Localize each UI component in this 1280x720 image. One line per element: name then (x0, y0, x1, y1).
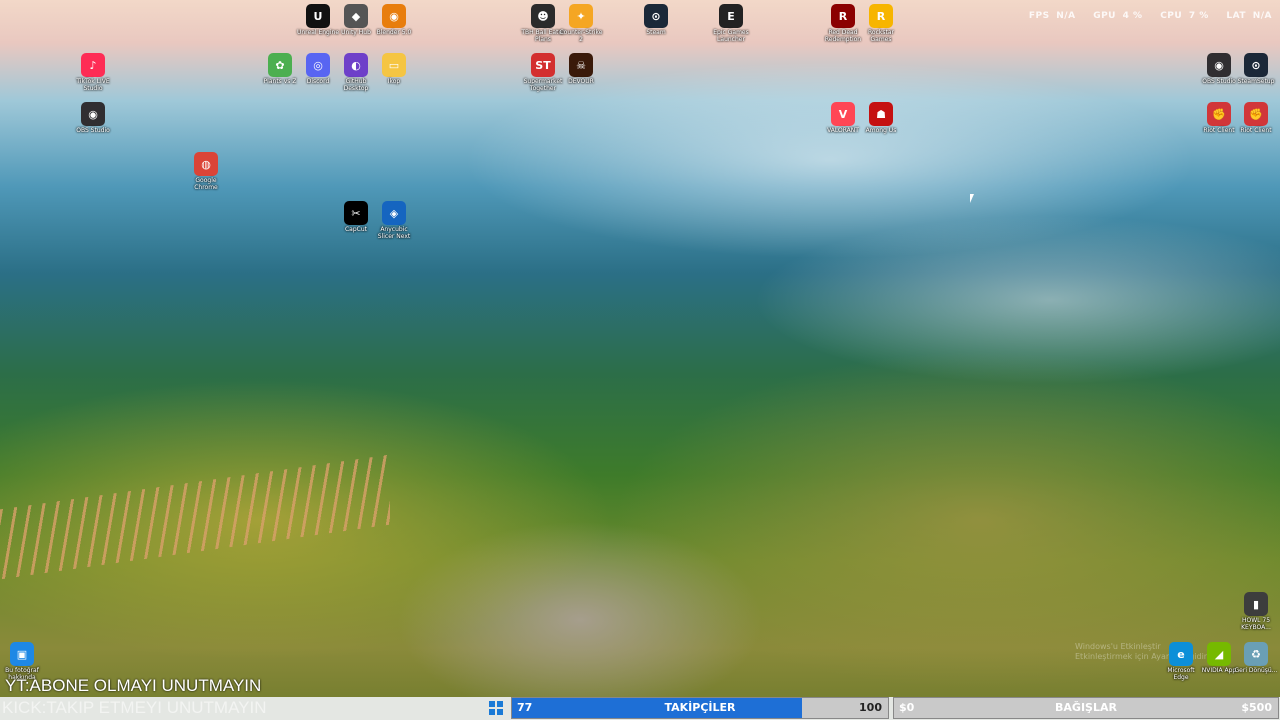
fps-value: N/A (1056, 11, 1076, 21)
desktop-icon-chrome[interactable]: ◍ Google Chrome (184, 152, 228, 191)
edge-icon: e (1169, 642, 1193, 666)
riot-client-icon: ✊ (1207, 102, 1231, 126)
capcut-icon: ✂ (344, 201, 368, 225)
fps-label: FPS (1028, 11, 1050, 21)
valorant-icon: V (831, 102, 855, 126)
recycle-bin-icon: ♻ (1244, 642, 1268, 666)
desktop-icon-steamsetup[interactable]: ⊙ SteamSetup (1234, 53, 1278, 85)
steam-icon: ⊙ (644, 4, 668, 28)
red-dead-icon: R (831, 4, 855, 28)
folder-icon: ▭ (382, 53, 406, 77)
tiktok-icon: ♪ (81, 53, 105, 77)
supermarket-icon: ST (531, 53, 555, 77)
followers-goal: 100 (859, 701, 882, 714)
tbh-game-icon: ☻ (531, 4, 555, 28)
github-icon: ◐ (344, 53, 368, 77)
donations-goal-bar: $0 BAĞIŞLAR $500 (893, 697, 1279, 719)
followers-goal-bar: 77 TAKİPÇİLER 100 (511, 697, 889, 719)
unreal-engine-icon: U (306, 4, 330, 28)
desktop-icon-anycubic[interactable]: ◈ Anycubic Slicer Next (372, 201, 416, 240)
lat-label: LAT (1226, 11, 1247, 21)
start-button[interactable] (489, 701, 503, 715)
desktop-icon-counter-strike[interactable]: ✦ Counter-Strike 2 (559, 4, 603, 43)
desktop-icon-epic-games[interactable]: E Epic Games Launcher (709, 4, 753, 43)
devour-icon: ☠ (569, 53, 593, 77)
desktop-icon-steam[interactable]: ⊙ Steam (634, 4, 678, 36)
desktop-icon-devour[interactable]: ☠ DEVOUR (559, 53, 603, 85)
plants-game-icon: ✿ (268, 53, 292, 77)
desktop-icon-rockstar[interactable]: R Rockstar Games (859, 4, 903, 43)
desktop-icon-howl-keyboard[interactable]: ▮ HOWL 75 KEYBOA... (1234, 592, 1278, 631)
desktop-icon-blender[interactable]: ◉ Blender 5.0 (372, 4, 416, 36)
donations-goal: $500 (1241, 701, 1272, 714)
desktop-icon-recycle-bin[interactable]: ♻ Geri Dönüşü... (1234, 642, 1278, 674)
lat-value: N/A (1252, 11, 1272, 21)
mouse-cursor-icon (970, 194, 974, 203)
counter-strike-icon: ✦ (569, 4, 593, 28)
desktop-icon-folder[interactable]: ▭ Ikop (372, 53, 416, 85)
windows-logo-icon (489, 701, 495, 707)
desktop-icon-among-us[interactable]: ☗ Among Us (859, 102, 903, 134)
unity-hub-icon: ◆ (344, 4, 368, 28)
keyboard-app-icon: ▮ (1244, 592, 1268, 616)
chrome-icon: ◍ (194, 152, 218, 176)
nvidia-icon: ◢ (1207, 642, 1231, 666)
obs-studio-icon: ◉ (1207, 53, 1231, 77)
steam-setup-icon: ⊙ (1244, 53, 1268, 77)
gpu-label: GPU (1093, 11, 1116, 21)
desktop-icon-riot-2[interactable]: ✊ Riot Client (1234, 102, 1278, 134)
obs-studio-icon: ◉ (81, 102, 105, 126)
stream-banner-youtube: YT:ABONE OLMAYI UNUTMAYIN (5, 676, 262, 695)
cpu-value: 7 % (1188, 11, 1209, 21)
photo-info-icon: ▣ (10, 642, 34, 666)
gpu-value: 4 % (1122, 11, 1143, 21)
desktop-icon-obs-1[interactable]: ◉ OBS Studio (71, 102, 115, 134)
performance-overlay: FPS N/A GPU 4 % CPU 7 % LAT N/A (1015, 11, 1272, 21)
followers-label: TAKİPÇİLER (664, 701, 736, 714)
among-us-icon: ☗ (869, 102, 893, 126)
rockstar-icon: R (869, 4, 893, 28)
desktop-wallpaper (0, 0, 1280, 720)
cpu-label: CPU (1160, 11, 1183, 21)
riot-client-icon: ✊ (1244, 102, 1268, 126)
stream-banner-kick: KICK:TAKIP ETMEYI UNUTMAYIN (2, 698, 267, 717)
blender-icon: ◉ (382, 4, 406, 28)
donations-label: BAĞIŞLAR (1055, 701, 1117, 714)
discord-icon: ◎ (306, 53, 330, 77)
epic-games-icon: E (719, 4, 743, 28)
anycubic-icon: ◈ (382, 201, 406, 225)
desktop-icon-tiktok-live[interactable]: ♪ TikTok LIVE Studio (71, 53, 115, 92)
